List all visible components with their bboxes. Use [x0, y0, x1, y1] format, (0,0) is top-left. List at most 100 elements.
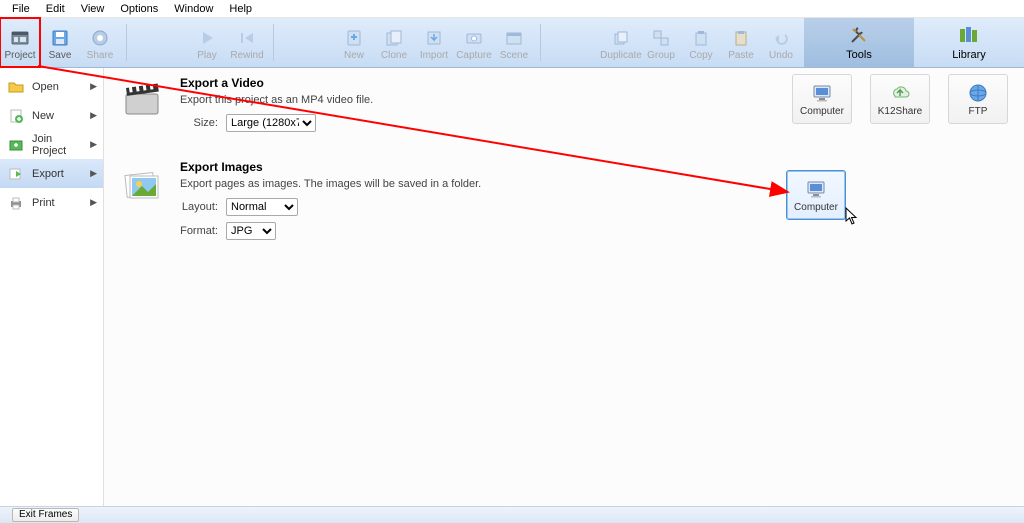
- undo-label: Undo: [769, 50, 793, 61]
- capture-label: Capture: [456, 50, 492, 61]
- project-button[interactable]: Project: [0, 18, 40, 67]
- layout-label: Layout:: [180, 201, 218, 213]
- chevron-right-icon: ▶: [90, 197, 97, 208]
- library-label: Library: [952, 49, 986, 61]
- paste-button[interactable]: Paste: [721, 18, 761, 67]
- rewind-label: Rewind: [230, 50, 263, 61]
- group-label: Group: [647, 50, 675, 61]
- export-icon: [8, 166, 24, 182]
- sidebar-item-export[interactable]: Export ▶: [0, 159, 103, 188]
- computer-icon: [805, 178, 827, 200]
- target-computer-images-label: Computer: [794, 202, 838, 213]
- tools-icon: [848, 24, 870, 46]
- import-label: Import: [420, 50, 448, 61]
- layout-select[interactable]: Normal: [226, 198, 298, 216]
- target-ftp-label: FTP: [969, 106, 988, 117]
- project-label: Project: [4, 50, 35, 61]
- new-button[interactable]: New: [334, 18, 374, 67]
- export-video-title: Export a Video: [180, 76, 373, 90]
- share-icon: [90, 28, 110, 48]
- toolbar: Project Save Share Play Rewind: [0, 18, 1024, 68]
- rewind-icon: [237, 28, 257, 48]
- duplicate-button[interactable]: Duplicate: [601, 18, 641, 67]
- chevron-right-icon: ▶: [90, 139, 97, 150]
- capture-button[interactable]: Capture: [454, 18, 494, 67]
- tools-label: Tools: [846, 49, 872, 61]
- rewind-button[interactable]: Rewind: [227, 18, 267, 67]
- undo-icon: [771, 28, 791, 48]
- paste-icon: [731, 28, 751, 48]
- play-icon: [197, 28, 217, 48]
- printer-icon: [8, 195, 24, 211]
- library-tab[interactable]: Library: [914, 18, 1024, 67]
- import-icon: [424, 28, 444, 48]
- export-images-title: Export Images: [180, 160, 481, 174]
- paste-label: Paste: [728, 50, 754, 61]
- menu-options[interactable]: Options: [112, 3, 166, 15]
- sidebar-item-new[interactable]: New ▶: [0, 101, 103, 130]
- scene-button[interactable]: Scene: [494, 18, 534, 67]
- clone-icon: [384, 28, 404, 48]
- new-label: New: [344, 50, 364, 61]
- new-file-icon: [8, 108, 24, 124]
- export-images-desc: Export pages as images. The images will …: [180, 178, 481, 190]
- scene-icon: [504, 28, 524, 48]
- play-button[interactable]: Play: [187, 18, 227, 67]
- menu-bar: File Edit View Options Window Help: [0, 0, 1024, 18]
- format-select[interactable]: JPG: [226, 222, 276, 240]
- menu-file[interactable]: File: [4, 3, 38, 15]
- new-page-icon: [344, 28, 364, 48]
- target-k12share[interactable]: K12Share: [870, 74, 930, 124]
- image-targets: Computer: [786, 170, 846, 220]
- floppy-icon: [50, 28, 70, 48]
- chevron-right-icon: ▶: [90, 110, 97, 121]
- sidebar-item-join[interactable]: Join Project ▶: [0, 130, 103, 159]
- main-panel: Export a Video Export this project as an…: [104, 68, 1024, 506]
- globe-icon: [967, 82, 989, 104]
- status-bar: Exit Frames: [0, 506, 1024, 523]
- duplicate-icon: [611, 28, 631, 48]
- sidebar-item-open[interactable]: Open ▶: [0, 72, 103, 101]
- toolbar-separator: [540, 24, 541, 61]
- sidebar-item-print[interactable]: Print ▶: [0, 188, 103, 217]
- undo-button[interactable]: Undo: [761, 18, 801, 67]
- size-select[interactable]: Large (1280x720): [226, 114, 316, 132]
- clone-label: Clone: [381, 50, 407, 61]
- menu-view[interactable]: View: [73, 3, 113, 15]
- cloud-upload-icon: [889, 82, 911, 104]
- export-images-section: Export Images Export pages as images. Th…: [122, 160, 1014, 246]
- copy-icon: [691, 28, 711, 48]
- menu-window[interactable]: Window: [166, 3, 221, 15]
- group-button[interactable]: Group: [641, 18, 681, 67]
- export-video-desc: Export this project as an MP4 video file…: [180, 94, 373, 106]
- library-icon: [958, 24, 980, 46]
- exit-frames-button[interactable]: Exit Frames: [12, 508, 79, 522]
- sidebar-export-label: Export: [32, 168, 64, 180]
- target-ftp[interactable]: FTP: [948, 74, 1008, 124]
- copy-button[interactable]: Copy: [681, 18, 721, 67]
- menu-help[interactable]: Help: [221, 3, 260, 15]
- import-button[interactable]: Import: [414, 18, 454, 67]
- sidebar: Open ▶ New ▶ Join Project ▶ Export ▶ Pri…: [0, 68, 104, 506]
- group-icon: [651, 28, 671, 48]
- target-computer[interactable]: Computer: [792, 74, 852, 124]
- sidebar-new-label: New: [32, 110, 54, 122]
- sidebar-print-label: Print: [32, 197, 55, 209]
- target-computer-label: Computer: [800, 106, 844, 117]
- clone-button[interactable]: Clone: [374, 18, 414, 67]
- folder-open-icon: [8, 79, 24, 95]
- save-button[interactable]: Save: [40, 18, 80, 67]
- size-label: Size:: [180, 117, 218, 129]
- pictures-icon: [122, 164, 162, 204]
- format-label: Format:: [180, 225, 218, 237]
- scene-label: Scene: [500, 50, 528, 61]
- clapperboard-icon: [122, 80, 162, 120]
- toolbar-separator: [126, 24, 127, 61]
- menu-edit[interactable]: Edit: [38, 3, 73, 15]
- chevron-right-icon: ▶: [90, 81, 97, 92]
- play-label: Play: [197, 50, 216, 61]
- tools-tab[interactable]: Tools: [804, 18, 914, 67]
- duplicate-label: Duplicate: [600, 50, 642, 61]
- share-button[interactable]: Share: [80, 18, 120, 67]
- target-computer-images[interactable]: Computer: [786, 170, 846, 220]
